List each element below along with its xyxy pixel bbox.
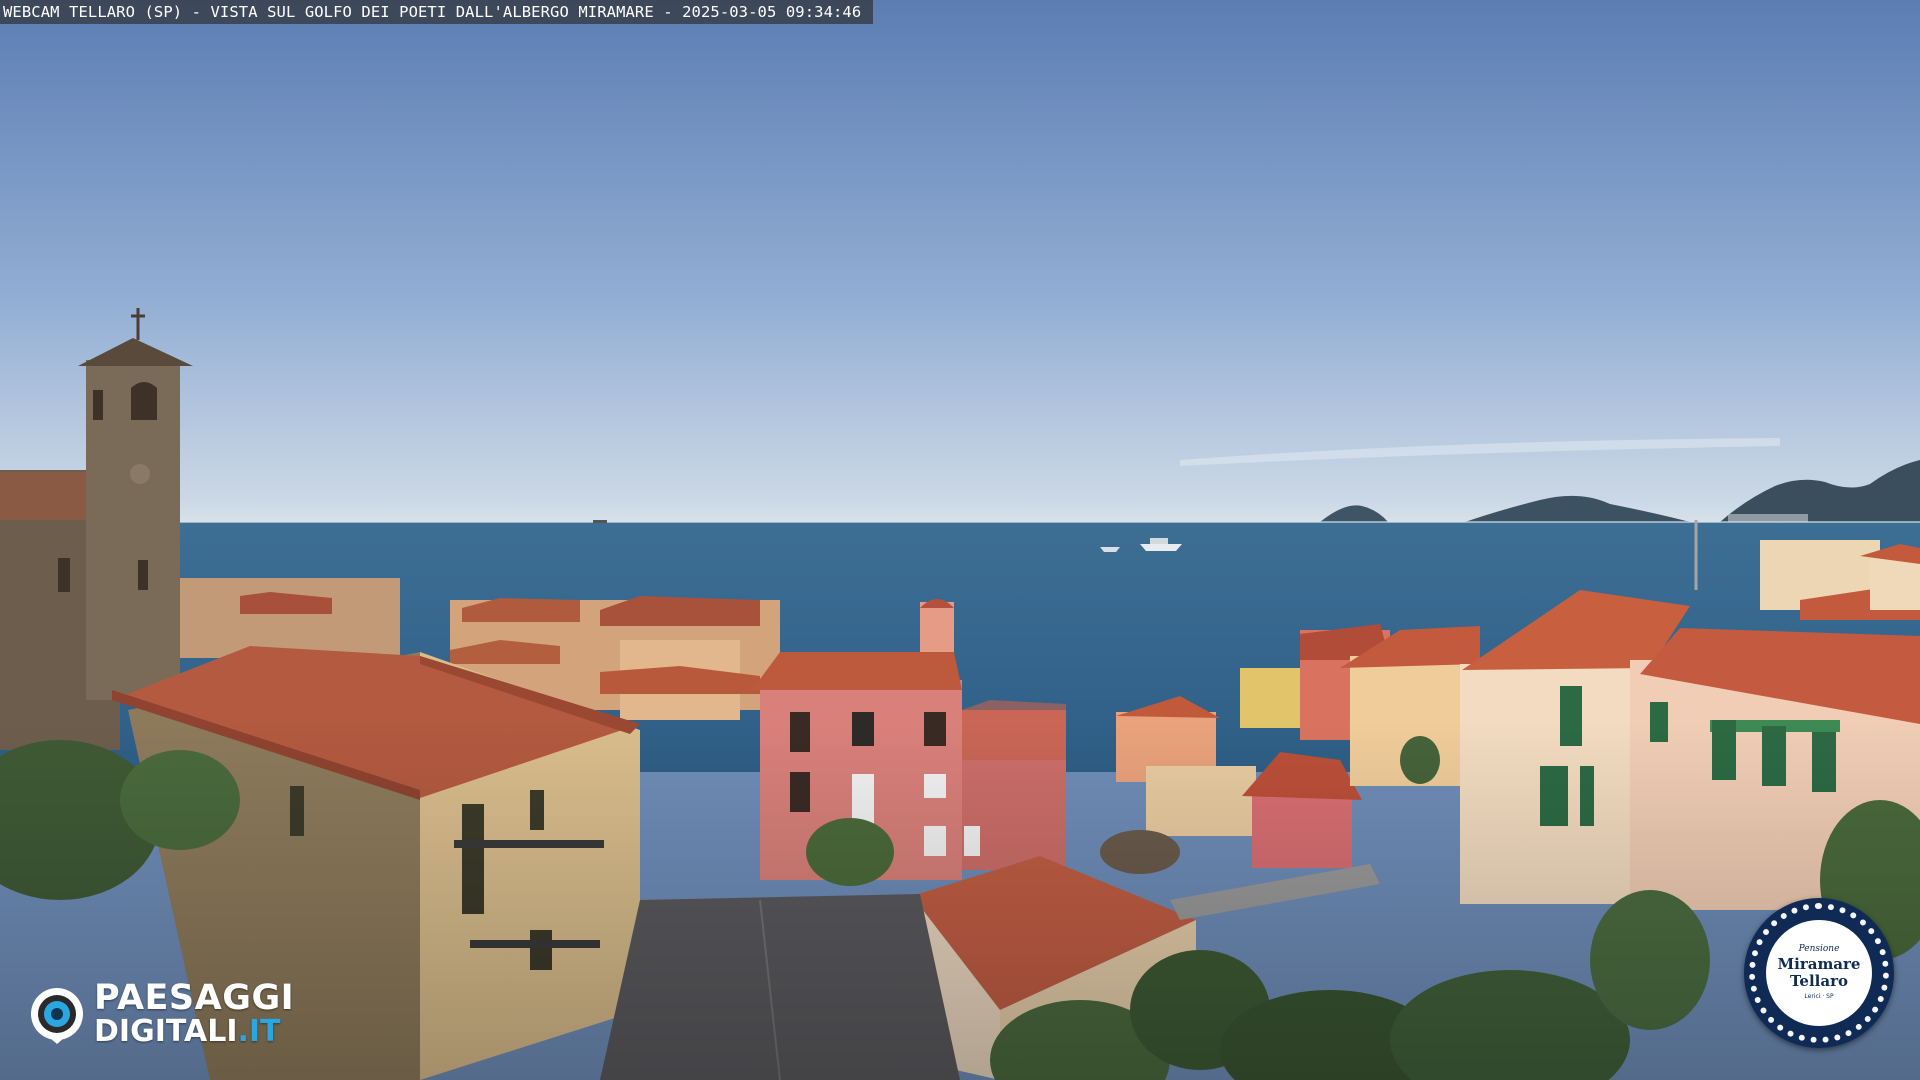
paesaggi-digitali-logo: PAESAGGI DIGITALI.IT (28, 978, 348, 1050)
webcam-scene (0, 0, 1920, 1080)
logo-line-1: PAESAGGI (94, 978, 295, 1018)
miramare-tellaro-badge: Pensione Miramare Tellaro Lerici · SP (1744, 898, 1894, 1048)
badge-small-text: Pensione (1798, 944, 1840, 954)
webcam-caption: WEBCAM TELLARO (SP) - VISTA SUL GOLFO DE… (0, 0, 874, 24)
eye-icon (31, 988, 83, 1044)
logo-line-2: DIGITALI.IT (94, 1014, 281, 1049)
logo-line-2-tld: .IT (237, 1014, 281, 1049)
badge-inner: Pensione Miramare Tellaro Lerici · SP (1766, 920, 1872, 1026)
badge-name-line-2: Tellaro (1789, 972, 1848, 990)
badge-name-line-1: Miramare (1777, 955, 1861, 973)
logo-line-2-main: DIGITALI (94, 1014, 238, 1049)
badge-tiny-text: Lerici · SP (1804, 993, 1834, 1000)
